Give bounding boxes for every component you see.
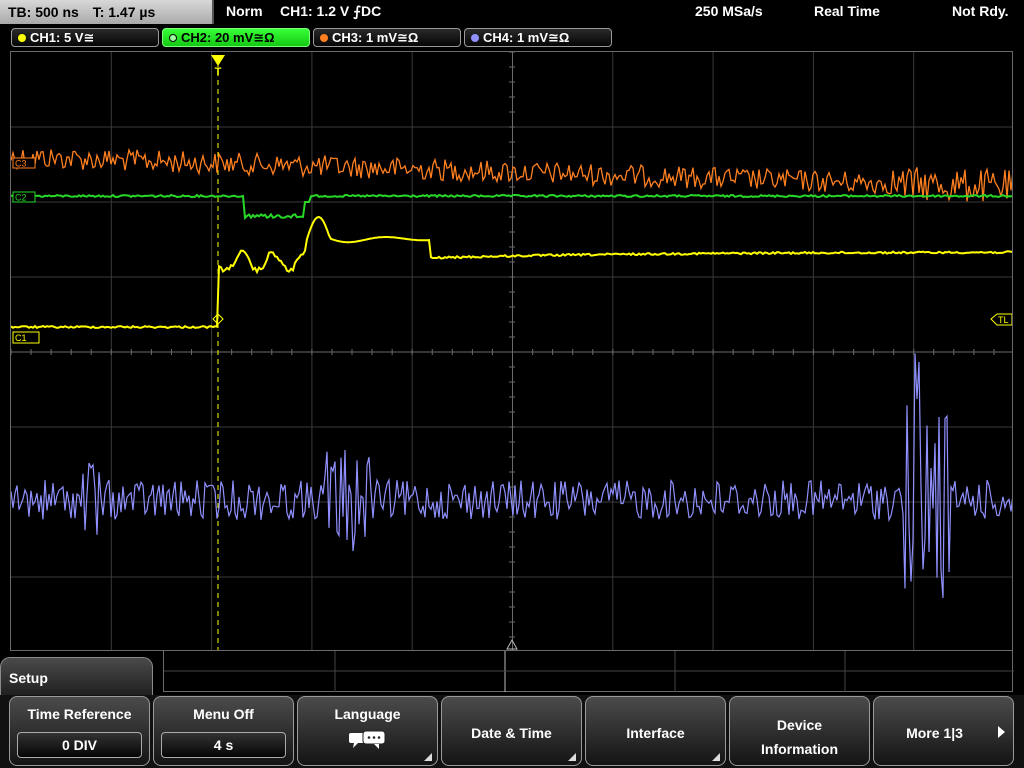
speech-bubble-icon <box>349 730 386 749</box>
graticule-grid <box>11 52 1012 650</box>
time-reference-value: 0 DIV <box>17 732 142 758</box>
ch2-marker-label: C2 <box>15 193 27 203</box>
channel-tab-ch4[interactable]: CH4: 1 mV≅Ω <box>464 28 612 47</box>
ch1-offset-marker[interactable]: C1 <box>12 331 40 344</box>
trigger-mode-label[interactable]: Norm <box>226 3 263 19</box>
ch4-color-dot <box>471 34 479 42</box>
menu-off-button[interactable]: Menu Off 4 s <box>153 696 294 766</box>
interface-button[interactable]: Interface <box>585 696 726 766</box>
date-time-label: Date & Time <box>471 725 552 741</box>
ch2-offset-marker[interactable]: C2 <box>12 191 36 203</box>
acquisition-mode-label: Real Time <box>814 3 880 19</box>
submenu-corner-icon <box>568 753 576 761</box>
menu-off-value: 4 s <box>161 732 286 758</box>
time-reference-label: Time Reference <box>27 706 132 722</box>
channel-tab-ch1[interactable]: CH1: 5 V≅ <box>11 28 159 47</box>
waveform-display[interactable]: T C3 C2 C1 TL <box>10 51 1013 651</box>
ch2-tab-label: CH2: 20 mV≅Ω <box>181 30 275 45</box>
channel-tab-ch2[interactable]: CH2: 20 mV≅Ω <box>162 28 310 47</box>
more-label: More 1|3 <box>906 725 963 741</box>
trigger-level-label: TL <box>998 315 1009 325</box>
menu-off-label: Menu Off <box>193 706 254 722</box>
softkey-bar: Time Reference 0 DIV Menu Off 4 s Langua… <box>0 695 1024 768</box>
date-time-button[interactable]: Date & Time <box>441 696 582 766</box>
status-bar: TB: 500 ns T: 1.47 µs Norm CH1: 1.2 V ⨍D… <box>0 0 1024 25</box>
submenu-corner-icon <box>424 753 432 761</box>
sample-rate-label: 250 MSa/s <box>695 3 763 19</box>
language-button[interactable]: Language <box>297 696 438 766</box>
trigger-info-label[interactable]: CH1: 1.2 V ⨍DC <box>280 3 381 20</box>
ch3-tab-label: CH3: 1 mV≅Ω <box>332 30 419 45</box>
trigger-state-label: Not Rdy. <box>952 3 1009 19</box>
timebase-box[interactable]: TB: 500 ns T: 1.47 µs <box>0 0 214 24</box>
ch1-marker-label: C1 <box>15 333 27 343</box>
more-button[interactable]: More 1|3 <box>873 696 1014 766</box>
ch1-tab-label: CH1: 5 V≅ <box>30 30 95 45</box>
device-information-line2: Information <box>761 741 838 757</box>
timebase-label: TB: 500 ns <box>8 4 79 20</box>
trigger-marker-label: T <box>215 66 222 78</box>
language-label: Language <box>334 706 401 722</box>
ch3-offset-marker[interactable]: C3 <box>12 157 36 169</box>
trigger-time-label: T: 1.47 µs <box>92 4 156 20</box>
ch4-tab-label: CH4: 1 mV≅Ω <box>483 30 570 45</box>
ch1-color-dot <box>18 34 26 42</box>
ch3-marker-label: C3 <box>15 159 27 169</box>
ch3-color-dot <box>320 34 328 42</box>
zoom-overview-strip <box>163 651 1014 692</box>
device-information-line1: Device <box>776 717 823 733</box>
channel-tab-ch3[interactable]: CH3: 1 mV≅Ω <box>313 28 461 47</box>
menu-title: Setup <box>9 670 48 686</box>
menu-title-tab: Setup <box>0 657 153 697</box>
time-reference-button[interactable]: Time Reference 0 DIV <box>9 696 150 766</box>
waveform-canvas: T C3 C2 C1 TL <box>11 52 1012 650</box>
device-information-button[interactable]: Device Information <box>729 696 870 766</box>
trigger-level-marker[interactable]: TL <box>990 313 1012 326</box>
interface-label: Interface <box>626 725 685 741</box>
submenu-corner-icon <box>712 753 720 761</box>
next-page-arrow-icon <box>998 726 1005 738</box>
trigger-position-marker[interactable]: T <box>211 55 225 78</box>
ch2-color-dot <box>169 34 177 42</box>
